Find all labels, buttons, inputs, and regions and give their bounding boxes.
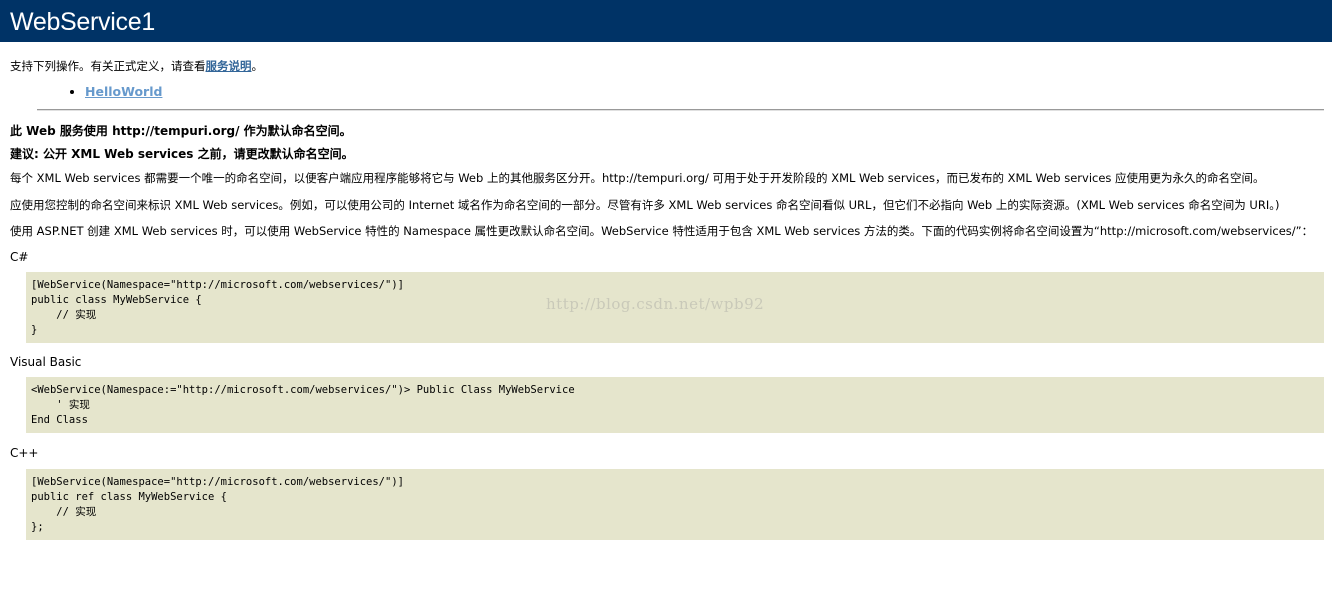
vb-label: Visual Basic [10,354,82,369]
recommendation-notice: 建议: 公开 XML Web services 之前，请更改默认命名空间。 [10,147,354,161]
cpp-code-block: [WebService(Namespace="http://microsoft.… [26,468,1324,540]
intro-end: 。 [251,59,264,73]
vb-code-block: <WebService(Namespace:="http://microsoft… [26,376,1324,433]
namespace-paragraph-2: 应使用您控制的命名空间来标识 XML Web services。例如，可以使用公… [10,197,1280,212]
default-namespace-notice: 此 Web 服务使用 http://tempuri.org/ 作为默认命名空间。 [10,124,352,138]
cpp-label: C++ [10,445,39,460]
intro-text: 支持下列操作。有关正式定义，请查看 [10,59,206,73]
csharp-label: C# [10,249,29,264]
divider [37,109,1324,111]
service-description-link[interactable]: 服务说明 [206,59,252,73]
watermark: http://blog.csdn.net/wpb92 [546,295,765,313]
namespace-paragraph-1: 每个 XML Web services 都需要一个唯一的命名空间，以便客户端应用… [10,171,1265,185]
operation-link-helloworld[interactable]: HelloWorld [85,84,162,99]
page-title: WebService1 [0,0,1332,42]
list-item: HelloWorld [85,84,1324,100]
intro-line: 支持下列操作。有关正式定义，请查看服务说明。 [10,59,1324,73]
namespace-paragraph-3: 使用 ASP.NET 创建 XML Web services 时，可以使用 We… [10,224,1314,238]
operations-list: HelloWorld [85,84,1324,100]
